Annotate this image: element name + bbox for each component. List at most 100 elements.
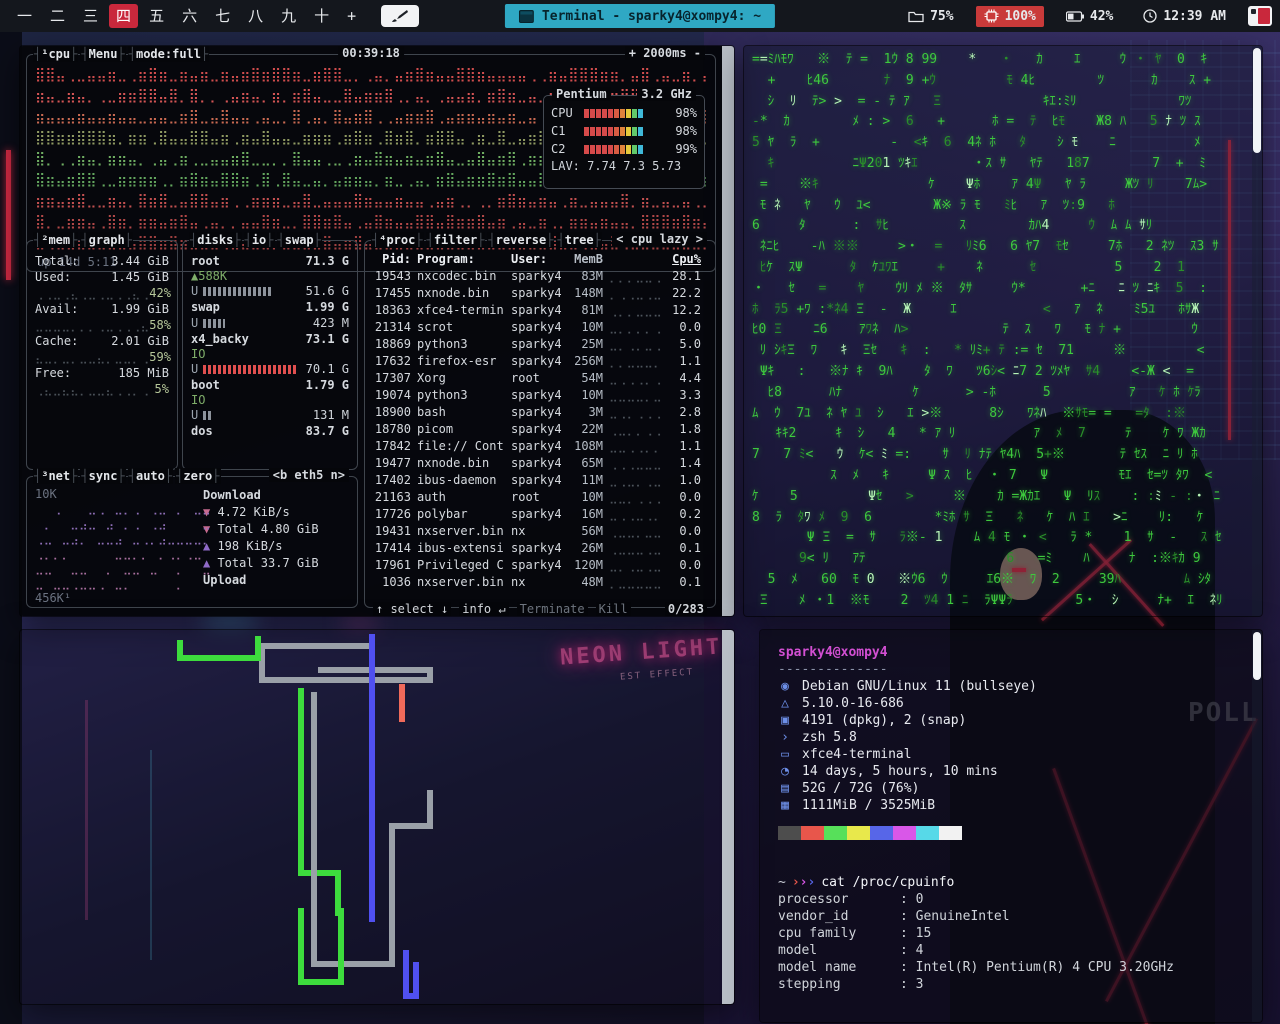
tab-tree[interactable]: ┤tree├	[556, 232, 602, 248]
workspace-1[interactable]: 一	[10, 4, 39, 28]
tab-graph[interactable]: ┤graph├	[80, 232, 133, 248]
window-pipes[interactable]	[20, 630, 734, 1004]
terminal-scrollbar[interactable]	[1252, 46, 1262, 616]
workspace-9[interactable]: 九	[274, 4, 303, 28]
process-row[interactable]: 21314scrotsparky410M⣀⡀⡀⡀⡀⢀⡀0.0	[373, 319, 707, 336]
process-row[interactable]: 17307Xorgroot54M⣀⢀⢀⢀⡀⢀⣀4.4	[373, 370, 707, 387]
net-rate-row: ▼ 4.72 KiB/s	[203, 505, 290, 519]
pipe-segment	[298, 688, 341, 916]
tab-auto[interactable]: ┤auto├	[127, 468, 174, 484]
col-cpu[interactable]: Cpu%	[667, 251, 701, 268]
disk-usage-bar: U 70.1 G	[191, 362, 349, 376]
process-row[interactable]: 17961Privileged Csparky4120M⣀⡀⢀⣀⢀⣀⡀0.0	[373, 557, 707, 574]
col-program[interactable]: Program:	[417, 251, 505, 268]
disk-list: root 71.3 G ▲588K U 51.6 G swap 1.99 G U 423 M x4…	[183, 241, 357, 443]
workspace-5[interactable]: 五	[142, 4, 171, 28]
workspace-2[interactable]: 二	[43, 4, 72, 28]
terminal-scrollbar[interactable]	[1252, 630, 1262, 1022]
workspace-4[interactable]: 四	[109, 4, 139, 28]
col-user[interactable]: User:	[511, 251, 563, 268]
process-table-header: Pid: Program: User: MemB Cpu%	[373, 251, 707, 268]
cpu-frequency: 3.2 GHz	[637, 87, 696, 101]
battery-module[interactable]: 42%	[1058, 6, 1121, 27]
pipe-segment	[298, 908, 344, 985]
tab-reverse[interactable]: ┤reverse├	[487, 232, 555, 248]
palette-swatch	[870, 826, 893, 840]
process-row[interactable]: 18780picomsparky422M⢀⣀⡀⡀⢀⢀⣀1.8	[373, 421, 707, 438]
tab-cpu[interactable]: ┤¹cpu├	[33, 46, 79, 62]
terminate-button[interactable]: Terminate	[516, 602, 588, 616]
palette-swatch	[893, 826, 916, 840]
disk-usage-module[interactable]: 75%	[900, 6, 961, 27]
workspace-10[interactable]: 十	[307, 4, 336, 28]
focused-window-title[interactable]: Terminal - sparky4@xompy4: ~	[504, 4, 776, 28]
process-row[interactable]: 17402ibus-daemonsparky411M⣀⢀⣀⡀⢀⣀⣀1.0	[373, 472, 707, 489]
process-row[interactable]: 17726polybarsparky416M⣀⢀⢀⣀⢀⡀⡀0.2	[373, 506, 707, 523]
tab-mem[interactable]: ┤²mem├	[33, 232, 79, 248]
process-row[interactable]: 18900bashsparky43M⣀⢀⡀⢀⢀⢀⢀2.8	[373, 404, 707, 421]
proc-sort-control[interactable]: < cpu lazy >	[612, 232, 707, 246]
window-system-monitor[interactable]: ┤¹cpu├ ┤Menu├ ┤mode:full├ 00:39:18 + 2000m…	[20, 46, 734, 616]
tab-filter[interactable]: ┤filter├	[425, 232, 486, 248]
download-label: Download	[203, 488, 261, 502]
process-row[interactable]: 17455nxnode.binsparky4148M⡀⢀⢀⣀⢀⣀⢀22.2	[373, 285, 707, 302]
terminal-scrollbar[interactable]	[722, 46, 734, 616]
workspace-8[interactable]: 八	[241, 4, 270, 28]
layout-indicator[interactable]	[1248, 6, 1272, 26]
workspace-add-button[interactable]: +	[340, 5, 363, 27]
scrollbar-thumb[interactable]	[1253, 632, 1261, 680]
packages-icon: ▣	[781, 713, 789, 728]
select-control[interactable]: ↑ select ↓	[373, 602, 452, 616]
cpuinfo-row: processor: 0	[778, 892, 924, 907]
process-row[interactable]: 19074python3sparky410M⣀⣀⣀⣀⡀⣀⣀3.3	[373, 387, 707, 404]
cpu-model: Pentium	[552, 87, 611, 101]
process-row[interactable]: 19477nxnode.binsparky465M⢀⢀⢀⣀⣀⣀⡀1.4	[373, 455, 707, 472]
tab-modefull[interactable]: ┤mode:full├	[127, 46, 210, 62]
tab-proc[interactable]: ┤⁴proc├	[371, 232, 424, 248]
process-row[interactable]: 1036nxserver.binnx48M⡀⣀⣀⣀⣀⣀⢀0.1	[373, 574, 707, 591]
tab-io[interactable]: ┤io├	[243, 232, 275, 248]
terminal-scrollbar[interactable]	[722, 630, 734, 1004]
prompt-path: ~	[778, 875, 786, 890]
col-mem[interactable]: MemB	[569, 251, 603, 268]
tab-disks[interactable]: ┤disks├	[189, 232, 242, 248]
refresh-interval-control[interactable]: + 2000ms -	[624, 46, 705, 60]
process-row[interactable]: 19431nxserver.binnx56M⢀⣀⣀⡀⣀⣀⢀0.0	[373, 523, 707, 540]
cpu-usage-module[interactable]: 100%	[975, 5, 1044, 27]
process-row[interactable]: 17632firefox-esrsparky4256M⡀⡀⣀⣀⣀⡀⢀1.1	[373, 353, 707, 370]
window-matrix-rain[interactable]: ==ﾐﾊﾓﾜ ※ ﾃ = 1ｳ 8 99 * ・ ｶ ｴ ｳ ・ ﾔ 0 ｷ +…	[744, 46, 1262, 616]
window-title-text: Terminal - sparky4@xompy4: ~	[541, 8, 762, 24]
tab-net[interactable]: ┤³net├	[33, 468, 79, 484]
window-neofetch[interactable]: sparky4@xompy4 -------------- ◉ Debian GN…	[760, 630, 1262, 1022]
neofetch-info-row: ◉ Debian GNU/Linux 11 (bullseye)	[778, 678, 1244, 695]
tab-sync[interactable]: ┤sync├	[80, 468, 126, 484]
process-row[interactable]: 18363xfce4-terminsparky481M⢀⡀⡀⣀⣀⣀⢀12.2	[373, 302, 707, 319]
col-pid[interactable]: Pid:	[373, 251, 411, 268]
tab-swap[interactable]: ┤swap├	[276, 232, 322, 248]
clock-module[interactable]: 12:39 AM	[1135, 6, 1234, 27]
color-palette	[778, 826, 1244, 840]
process-panel: ┤⁴proc├ ┤filter├ ┤reverse├ ┤tree├ < cpu laz…	[364, 232, 716, 616]
cpuinfo-row: model name: Intel(R) Pentium(R) 4 CPU 3.…	[778, 960, 1174, 975]
terminal-icon: ▭	[781, 747, 789, 762]
process-row[interactable]: 21163authroot10M⣀⣀⡀⢀⢀⢀⣀0.0	[373, 489, 707, 506]
os-icon: ◉	[781, 679, 789, 694]
kill-button[interactable]: Kill	[595, 602, 631, 616]
process-row[interactable]: 17414ibus-extensisparky426M⢀⣀⣀⣀⢀⣀⣀0.1	[373, 540, 707, 557]
paintbrush-icon	[392, 10, 409, 22]
process-row[interactable]: 18869python3sparky425M⣀⡀⢀⡀⣀⢀⢀5.0	[373, 336, 707, 353]
process-row[interactable]: 19543nxcodec.binsparky483M⡀⡀⡀⣀⣀⢀⣀28.1	[373, 268, 707, 285]
paintbrush-button[interactable]	[381, 5, 420, 27]
info-control[interactable]: info ↵	[459, 602, 509, 616]
scrollbar-thumb[interactable]	[1253, 48, 1261, 153]
tab-menu[interactable]: ┤Menu├	[80, 46, 126, 62]
process-row[interactable]: 17842file:// Contsparky4108M⣀⣀⢀⢀⡀⡀⣀1.1	[373, 438, 707, 455]
mem-stat-row: Free: 185 MiB	[35, 366, 169, 380]
net-stats: Download ▼ 4.72 KiB/s ▼ Total 4.80 GiB ▲ 1…	[203, 487, 349, 603]
workspace-6[interactable]: 六	[175, 4, 204, 28]
cpu-core-box: Pentium 3.2 GHz CPU 98% C1 98% C2 99% LAV: 7.…	[543, 87, 705, 189]
net-interface[interactable]: <b eth5 n>	[268, 468, 349, 482]
tab-zero[interactable]: ┤zero├	[175, 468, 221, 484]
workspace-3[interactable]: 三	[76, 4, 105, 28]
workspace-7[interactable]: 七	[208, 4, 237, 28]
